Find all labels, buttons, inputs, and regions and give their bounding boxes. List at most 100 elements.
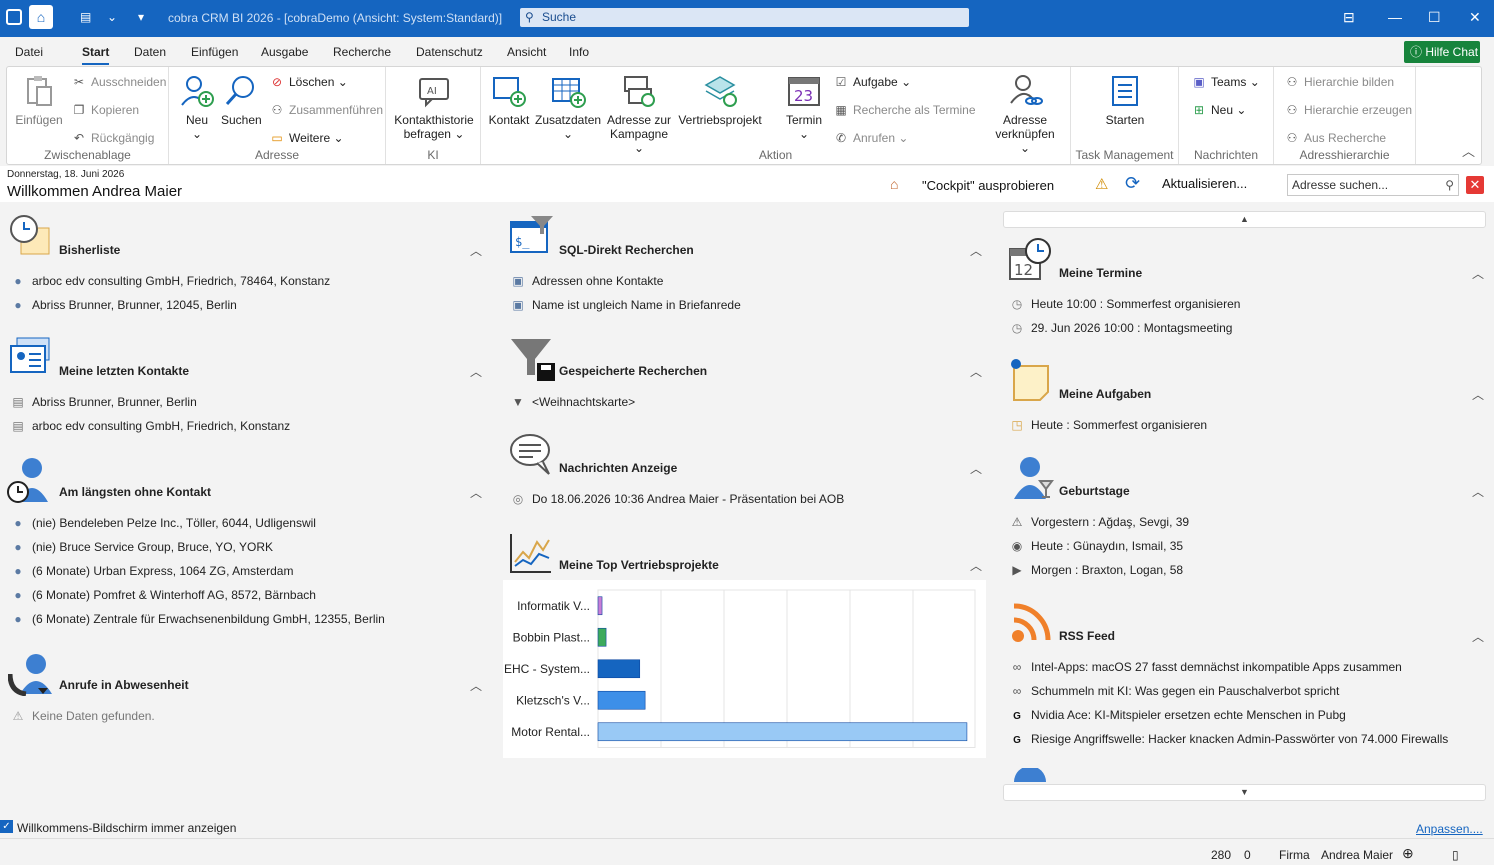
collapse-gespeichert-icon[interactable]: ︿ [970, 363, 982, 380]
search-icon: ⚲ [1445, 178, 1454, 192]
collapse-anrufe-icon[interactable]: ︿ [470, 677, 482, 694]
tab-daten[interactable]: Daten [134, 45, 166, 59]
collapse-termine-icon[interactable]: ︿ [1472, 265, 1484, 282]
neu-adresse-button[interactable]: Neu ⌄ [177, 73, 217, 141]
list-item[interactable]: ∞ Intel-Apps: macOS 27 fasst demnächst in… [1009, 660, 1402, 674]
cockpit-link[interactable]: "Cockpit" ausprobieren [922, 178, 1054, 193]
chart-bar[interactable] [597, 722, 968, 742]
list-item[interactable]: ● (nie) Bruce Service Group, Bruce, YO, Y… [10, 540, 273, 554]
zusammenfuehren-button[interactable]: ⚇ Zusammenführen [269, 103, 383, 117]
quick-access-icon[interactable]: ▤ [80, 10, 91, 24]
list-item[interactable]: G Nvidia Ace: KI-Mitspieler ersetzen echt… [1009, 708, 1346, 722]
show-always-checkbox[interactable]: ✓ [0, 820, 13, 833]
list-item[interactable]: ● (6 Monate) Pomfret & Winterhoff AG, 857… [10, 588, 316, 602]
list-item[interactable]: ◷ 29. Jun 2026 10:00 : Montagsmeeting [1009, 321, 1233, 335]
weitere-button[interactable]: ▭ Weitere ⌄ [269, 131, 343, 145]
hierarchie-erzeugen-button[interactable]: ⚇ Hierarchie erzeugen [1284, 103, 1412, 117]
collapse-bisherliste-icon[interactable]: ︿ [470, 242, 482, 259]
teams-button[interactable]: ▣ Teams ⌄ [1191, 75, 1259, 89]
tab-ansicht[interactable]: Ansicht [507, 45, 546, 59]
cockpit-icon[interactable]: ⌂ [890, 176, 898, 192]
collapse-rss-icon[interactable]: ︿ [1472, 628, 1484, 645]
tab-ausgabe[interactable]: Ausgabe [261, 45, 308, 59]
list-item[interactable]: ⚠ Vorgestern : Ağdaş, Sevgi, 39 [1009, 515, 1190, 529]
chevron-down-icon[interactable]: ⌄ [107, 10, 117, 24]
help-chat-button[interactable]: ⓘ Hilfe Chat [1404, 41, 1480, 63]
refresh-icon[interactable]: ⟳ [1125, 173, 1140, 194]
person-icon: ● [14, 274, 22, 288]
list-item[interactable]: ● (6 Monate) Urban Express, 1064 ZG, Amst… [10, 564, 293, 578]
home-button[interactable]: ⌂ [29, 5, 53, 29]
list-item[interactable]: ▼ <Weihnachtskarte> [510, 395, 635, 409]
close-window-button[interactable]: ✕ [1469, 9, 1481, 26]
anpassen-link[interactable]: Anpassen.... [1416, 822, 1483, 836]
scroll-down-button[interactable]: ▼ [1003, 784, 1486, 801]
kontakt-button[interactable]: Kontakt [487, 73, 531, 127]
collapse-letzte-kontakte-icon[interactable]: ︿ [470, 363, 482, 380]
list-item[interactable]: ▶ Morgen : Braxton, Logan, 58 [1009, 563, 1183, 577]
list-item[interactable]: ● arboc edv consulting GmbH, Friedrich, 7… [10, 274, 330, 288]
list-item[interactable]: ◉ Heute : Günaydın, Ismail, 35 [1009, 539, 1183, 553]
collapse-nachrichten-icon[interactable]: ︿ [970, 460, 982, 477]
chart-bar[interactable] [597, 596, 603, 616]
hierarchie-bilden-button[interactable]: ⚇ Hierarchie bilden [1284, 75, 1394, 89]
maximize-button[interactable]: ☐ [1428, 9, 1441, 26]
minimize-button[interactable]: — [1388, 9, 1402, 25]
chart-bar[interactable] [597, 659, 641, 679]
vertriebsprojekt-button[interactable]: Vertriebsprojekt [677, 73, 763, 127]
collapse-sql-icon[interactable]: ︿ [970, 242, 982, 259]
tab-datei[interactable]: Datei [15, 45, 43, 59]
aktualisieren-button[interactable]: Aktualisieren... [1162, 176, 1247, 191]
tab-einfuegen[interactable]: Einfügen [191, 45, 238, 59]
tab-start[interactable]: Start [82, 45, 110, 65]
starten-button[interactable]: Starten [1101, 73, 1149, 127]
list-item[interactable]: ● Abriss Brunner, Brunner, 12045, Berlin [10, 298, 236, 312]
anrufen-button[interactable]: ✆ Anrufen ⌄ [833, 131, 908, 145]
neu-nachricht-button[interactable]: ⊞ Neu ⌄ [1191, 103, 1246, 117]
list-item[interactable]: ◳ Heute : Sommerfest organisieren [1009, 418, 1207, 432]
collapse-vertrieb-icon[interactable]: ︿ [970, 557, 982, 574]
aus-recherche-button[interactable]: ⚇ Aus Recherche [1284, 131, 1386, 145]
loeschen-button[interactable]: ⊘ Löschen ⌄ [269, 75, 348, 89]
list-item[interactable]: ● (6 Monate) Zentrale für Erwachsenenbild… [10, 612, 384, 626]
tab-recherche[interactable]: Recherche [333, 45, 391, 59]
collapse-laengste-icon[interactable]: ︿ [470, 484, 482, 501]
chart-bar[interactable] [597, 627, 607, 647]
list-item[interactable]: ▣ Adressen ohne Kontakte [510, 274, 663, 288]
address-search-input[interactable]: Adresse suchen... ⚲ [1287, 174, 1459, 196]
global-search-input[interactable]: ⚲ Suche [520, 8, 969, 27]
list-item[interactable]: G Riesige Angriffswelle: Hacker knacken A… [1009, 732, 1448, 746]
golem-icon: G [1013, 711, 1021, 722]
list-item[interactable]: ▣ Name ist ungleich Name in Briefanrede [510, 298, 740, 312]
chart-bar[interactable] [597, 690, 646, 710]
aufgabe-button[interactable]: ☑ Aufgabe ⌄ [833, 75, 912, 89]
list-item[interactable]: ▤ arboc edv consulting GmbH, Friedrich, K… [10, 419, 290, 433]
collapse-aufgaben-icon[interactable]: ︿ [1472, 386, 1484, 403]
scroll-up-button[interactable]: ▲ [1003, 211, 1486, 228]
collapse-ribbon-icon[interactable]: ︿ [1462, 141, 1475, 160]
tab-datenschutz[interactable]: Datenschutz [416, 45, 483, 59]
tab-info[interactable]: Info [569, 45, 589, 59]
zusatzdaten-button[interactable]: Zusatzdaten ⌄ [535, 73, 601, 141]
recherche-als-termine-button[interactable]: ▦ Recherche als Termine [833, 103, 975, 117]
restore-layout-icon[interactable]: ⊟ [1343, 9, 1355, 26]
list-item[interactable]: ▤ Abriss Brunner, Brunner, Berlin [10, 395, 196, 409]
kopieren-button[interactable]: ❐ Kopieren [71, 103, 139, 117]
close-welcome-button[interactable]: ✕ [1466, 176, 1484, 194]
customize-toolbar-icon[interactable]: ▾ [138, 10, 144, 24]
termin-button[interactable]: 23 Termin ⌄ [781, 73, 827, 141]
list-item[interactable]: ∞ Schummeln mit KI: Was gegen ein Pauscha… [1009, 684, 1340, 698]
adresse-verknuepfen-button[interactable]: Adresse verknüpfen ⌄ [989, 73, 1061, 155]
list-item[interactable]: ◷ Heute 10:00 : Sommerfest organisieren [1009, 297, 1241, 311]
list-item[interactable]: ◎ Do 18.06.2026 10:36 Andrea Maier - Präs… [510, 492, 844, 506]
collapse-geburtstage-icon[interactable]: ︿ [1472, 483, 1484, 500]
ausschneiden-button[interactable]: ✂ Ausschneiden [71, 75, 166, 89]
suchen-button[interactable]: Suchen [221, 73, 262, 127]
hierarchy-icon: ⚇ [1286, 75, 1298, 89]
kontakthistorie-befragen-button[interactable]: AI Kontakthistorie befragen ⌄ [390, 73, 478, 141]
globe-icon[interactable]: ⊕ [1402, 845, 1414, 862]
adresse-zur-kampagne-button[interactable]: Adresse zur Kampagne ⌄ [605, 73, 673, 155]
list-item[interactable]: ● (nie) Bendeleben Pelze Inc., Töller, 60… [10, 516, 316, 530]
rueckgaengig-button[interactable]: ↶ Rückgängig [71, 131, 154, 145]
einfuegen-button[interactable]: Einfügen [13, 73, 65, 127]
